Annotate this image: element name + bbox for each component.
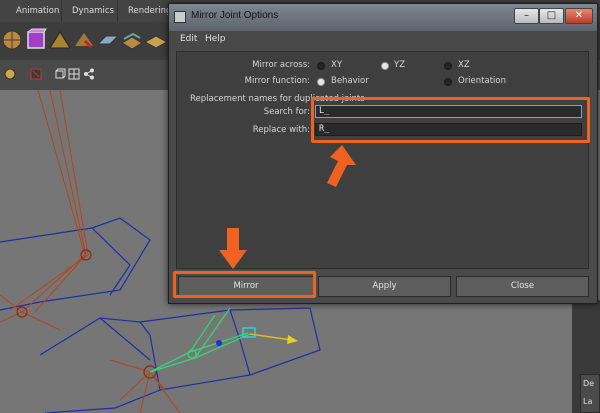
right-tab-layers[interactable]: La — [581, 393, 599, 411]
dialog-menu-bar: Edit Help — [169, 31, 597, 49]
layout-panes-icon[interactable] — [68, 68, 80, 80]
radio-orientation-label: Orientation — [458, 76, 506, 86]
maya-workspace: Animation Dynamics Rendering De La Mirro… — [0, 0, 600, 413]
tab-animation[interactable]: Animation — [10, 0, 62, 22]
right-panel-tabs: De La — [580, 374, 600, 413]
radio-xz[interactable] — [444, 62, 452, 70]
highlight-mirror-button — [173, 271, 316, 298]
node-graph-icon[interactable] — [83, 68, 95, 80]
close-button[interactable]: Close — [456, 276, 589, 297]
radio-behavior-label: Behavior — [331, 76, 369, 86]
tab-dynamics[interactable]: Dynamics — [66, 0, 118, 22]
mirror-joint-window-icon — [174, 11, 186, 23]
tab-rendering[interactable]: Rendering — [122, 0, 172, 22]
radio-xy[interactable] — [317, 62, 325, 70]
right-tab-display[interactable]: De — [581, 375, 599, 393]
radio-xy-label: XY — [331, 60, 343, 70]
replace-with-label: Replace with: — [252, 125, 310, 135]
maximize-button[interactable]: □ — [539, 8, 564, 24]
map-shelf-icon[interactable] — [120, 28, 144, 52]
radio-orientation[interactable] — [444, 78, 452, 86]
apply-button[interactable]: Apply — [318, 276, 451, 297]
dialog-titlebar[interactable]: Mirror Joint Options – □ ✕ — [169, 4, 597, 31]
radio-xz-label: XZ — [458, 60, 470, 70]
minimize-button[interactable]: – — [514, 8, 539, 24]
search-for-label: Search for: — [263, 107, 310, 117]
sheet-shelf-icon[interactable] — [144, 28, 168, 52]
orange-pointer-arrow-down — [219, 228, 247, 269]
shading-sphere-icon[interactable] — [4, 68, 16, 80]
sphere-shelf-icon[interactable] — [0, 28, 24, 52]
pyramid-shelf-icon[interactable] — [48, 28, 72, 52]
orange-pointer-arrow-up — [327, 145, 356, 187]
select-tool-shelf-icon[interactable] — [72, 28, 96, 52]
menu-help[interactable]: Help — [205, 34, 226, 44]
camera-select-icon[interactable] — [30, 68, 42, 80]
menu-edit[interactable]: Edit — [180, 34, 197, 44]
radio-yz[interactable] — [381, 62, 389, 70]
plane-shelf-icon[interactable] — [96, 28, 120, 52]
radio-behavior[interactable] — [317, 78, 325, 86]
mirror-function-label: Mirror function: — [244, 76, 310, 86]
mirror-across-label: Mirror across: — [252, 60, 310, 70]
close-window-button[interactable]: ✕ — [565, 8, 593, 24]
highlight-name-fields — [311, 97, 590, 143]
radio-yz-label: YZ — [394, 60, 406, 70]
wireframe-cube-icon[interactable] — [54, 68, 66, 80]
dialog-title: Mirror Joint Options — [191, 10, 279, 21]
cube-shelf-icon[interactable] — [24, 28, 48, 52]
